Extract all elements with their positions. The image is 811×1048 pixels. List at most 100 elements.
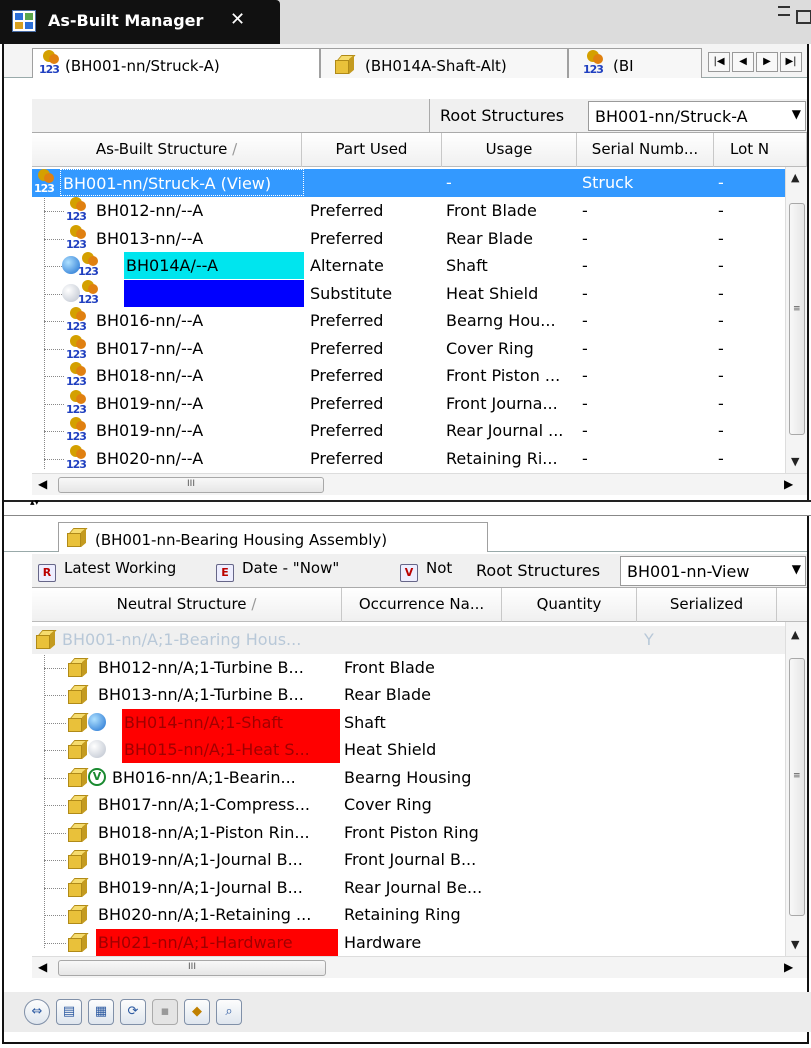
not-label: Not	[426, 559, 453, 577]
tab-bh001-struck-a[interactable]: 123 (BH001-nn/Struck-A)	[32, 48, 320, 78]
table-row[interactable]: BH019-nn/A;1-Journal B... Front Journal …	[32, 846, 785, 874]
table-row[interactable]: 123 BH018-nn/--A Preferred Front Piston …	[32, 362, 785, 390]
scroll-left-icon[interactable]: ◀	[38, 477, 47, 491]
scroll-right-icon[interactable]: ▶	[784, 477, 793, 491]
scroll-left-icon[interactable]: ◀	[38, 960, 47, 974]
col-as-built-structure[interactable]: As-Built Structure ∕	[32, 133, 302, 167]
not-button[interactable]: V Not	[400, 554, 472, 584]
row-part: Preferred	[310, 448, 384, 468]
top-root-structure-select[interactable]: BH001-nn/Struck-A ▼	[588, 101, 806, 131]
row-serial: -	[582, 366, 588, 385]
latest-working-button[interactable]: R Latest Working	[32, 554, 210, 584]
scroll-thumb[interactable]: III	[58, 960, 326, 976]
table-row[interactable]: 123 BH020-nn/--A Preferred Retaining Ri.…	[32, 444, 785, 473]
table-row[interactable]: 123 BH016-nn/--A Preferred Bearng Hou...…	[32, 307, 785, 335]
row-name-alternate: BH014A/--A	[124, 252, 304, 279]
table-row[interactable]: BH012-nn/A;1-Turbine B... Front Blade	[32, 654, 785, 682]
tab-bi-truncated[interactable]: 123 (BI	[568, 48, 702, 78]
pane-sash[interactable]: ▴▾	[4, 498, 811, 516]
row-lot: -	[718, 366, 724, 385]
table-row[interactable]: 123 BH015S/--A Substitute Heat Shield - …	[32, 279, 785, 308]
chevron-down-icon: ▼	[791, 107, 801, 121]
top-vertical-scrollbar[interactable]: ▲ ≡ ▼	[785, 167, 807, 473]
table-row[interactable]: 123 BH013-nn/--A Preferred Rear Blade - …	[32, 224, 785, 253]
asbuilt-123-icon: 123	[37, 50, 63, 76]
col-serialized[interactable]: Serialized	[637, 588, 777, 622]
tab-bh014a-shaft-alt[interactable]: (BH014A-Shaft-Alt)	[320, 48, 568, 78]
col-part-used[interactable]: Part Used	[302, 133, 442, 167]
table-row[interactable]: V BH016-nn/A;1-Bearin... Bearng Housing	[32, 764, 785, 792]
row-lot: -	[718, 338, 724, 358]
scroll-down-icon[interactable]: ▼	[791, 455, 799, 468]
table-row[interactable]: BH014-nn/A;1-Shaft Shaft	[32, 708, 785, 737]
scroll-right-icon[interactable]: ▶	[784, 960, 793, 974]
maximize-icon[interactable]	[796, 10, 811, 24]
table-row[interactable]: BH017-nn/A;1-Compress... Cover Ring	[32, 791, 785, 819]
table-row[interactable]: 123 BH019-nn/--A Preferred Front Journa.…	[32, 389, 785, 418]
scroll-down-icon[interactable]: ▼	[791, 938, 799, 951]
table-row[interactable]: BH013-nn/A;1-Turbine B... Rear Blade	[32, 681, 785, 709]
col-lot-number[interactable]: Lot N	[714, 133, 807, 167]
bottom-root-structure-select[interactable]: BH001-nn-View ▼	[620, 556, 806, 586]
table-row[interactable]: BH015-nn/A;1-Heat S... Heat Shield	[32, 736, 785, 764]
tab-bearing-housing-assembly[interactable]: (BH001-nn-Bearing Housing Assembly)	[58, 522, 488, 552]
cube-icon	[34, 628, 57, 650]
close-view-icon[interactable]: ✕	[230, 9, 245, 30]
bottom-tree: BH001-nn/A;1-Bearing Hous... Y BH012-nn/…	[32, 622, 785, 956]
table-row[interactable]: 123 BH012-nn/--A Preferred Front Blade -…	[32, 197, 785, 225]
row-occurrence: Bearng Housing	[344, 767, 472, 787]
compare-icon[interactable]: ▦	[88, 999, 114, 1025]
sort-indicator-icon: ∕	[232, 140, 238, 158]
first-tab-icon[interactable]: |◀	[708, 52, 730, 72]
cube-icon	[65, 526, 88, 548]
bottom-horizontal-scrollbar[interactable]: ◀ III ▶	[32, 956, 807, 978]
scroll-thumb[interactable]: ≡	[789, 203, 805, 435]
prev-tab-icon[interactable]: ◀	[732, 52, 754, 72]
view-tab-as-built-manager[interactable]: As-Built Manager ✕	[0, 0, 280, 44]
table-row[interactable]: BH019-nn/A;1-Journal B... Rear Journal B…	[32, 874, 785, 902]
table-row[interactable]: 123 BH001-nn/Struck-A (View) - Struck -	[32, 169, 785, 197]
col-quantity[interactable]: Quantity	[502, 588, 637, 622]
row-name-error: BH015-nn/A;1-Heat S...	[122, 736, 340, 763]
col-serial-number[interactable]: Serial Numb...	[577, 133, 714, 167]
top-horizontal-scrollbar[interactable]: ◀ III ▶	[32, 473, 807, 495]
assembly-icon[interactable]: ◆	[184, 999, 210, 1025]
bottom-root-value: BH001-nn-View	[627, 562, 750, 581]
new-document-icon[interactable]: ▤	[56, 999, 82, 1025]
next-tab-icon[interactable]: ▶	[756, 52, 778, 72]
disabled-action-icon[interactable]: ▪	[152, 999, 178, 1025]
row-name: BH019-nn/A;1-Journal B...	[98, 850, 303, 869]
asbuilt-123-icon: 123	[64, 417, 90, 443]
table-row[interactable]: 123 BH017-nn/--A Preferred Cover Ring - …	[32, 334, 785, 363]
row-occurrence: Front Piston Ring	[344, 822, 479, 842]
scroll-thumb[interactable]: III	[58, 477, 324, 493]
tree-guide	[44, 832, 66, 834]
asbuilt-123-icon: 123	[64, 362, 90, 388]
scroll-thumb[interactable]: ≡	[789, 658, 805, 916]
sash-collapse-icon[interactable]: ▴▾	[30, 498, 39, 508]
row-lot: -	[718, 311, 724, 330]
table-row[interactable]: BH001-nn/A;1-Bearing Hous... Y	[32, 626, 785, 654]
minimize-icon[interactable]	[778, 6, 790, 16]
as-built-manager-icon	[12, 10, 36, 32]
last-tab-icon[interactable]: ▶|	[780, 52, 802, 72]
navigate-icon[interactable]: ⇔	[24, 999, 50, 1025]
bottom-vertical-scrollbar[interactable]: ▲ ≡ ▼	[785, 622, 807, 956]
refresh-icon[interactable]: ⟳	[120, 999, 146, 1025]
row-usage: Front Journa...	[446, 393, 558, 413]
scroll-up-icon[interactable]: ▲	[791, 171, 799, 184]
col-usage[interactable]: Usage	[442, 133, 577, 167]
row-occurrence: Front Blade	[344, 657, 435, 677]
table-row[interactable]: BH021-nn/A;1-Hardware Hardware	[32, 928, 785, 957]
col-occurrence-name[interactable]: Occurrence Na...	[342, 588, 502, 622]
table-row[interactable]: BH018-nn/A;1-Piston Rin... Front Piston …	[32, 819, 785, 847]
col-neutral-structure[interactable]: Neutral Structure ∕	[32, 588, 342, 622]
scroll-up-icon[interactable]: ▲	[791, 628, 799, 641]
tree-guide	[44, 942, 66, 944]
table-row[interactable]: BH020-nn/A;1-Retaining ... Retaining Rin…	[32, 901, 785, 929]
top-root-label: Root Structures	[440, 106, 565, 125]
date-now-button[interactable]: E Date - "Now"	[216, 554, 384, 584]
table-row[interactable]: 123 BH019-nn/--A Preferred Rear Journal …	[32, 417, 785, 445]
table-row[interactable]: 123 BH014A/--A Alternate Shaft - -	[32, 252, 785, 280]
search-icon[interactable]: ⌕	[216, 999, 242, 1025]
